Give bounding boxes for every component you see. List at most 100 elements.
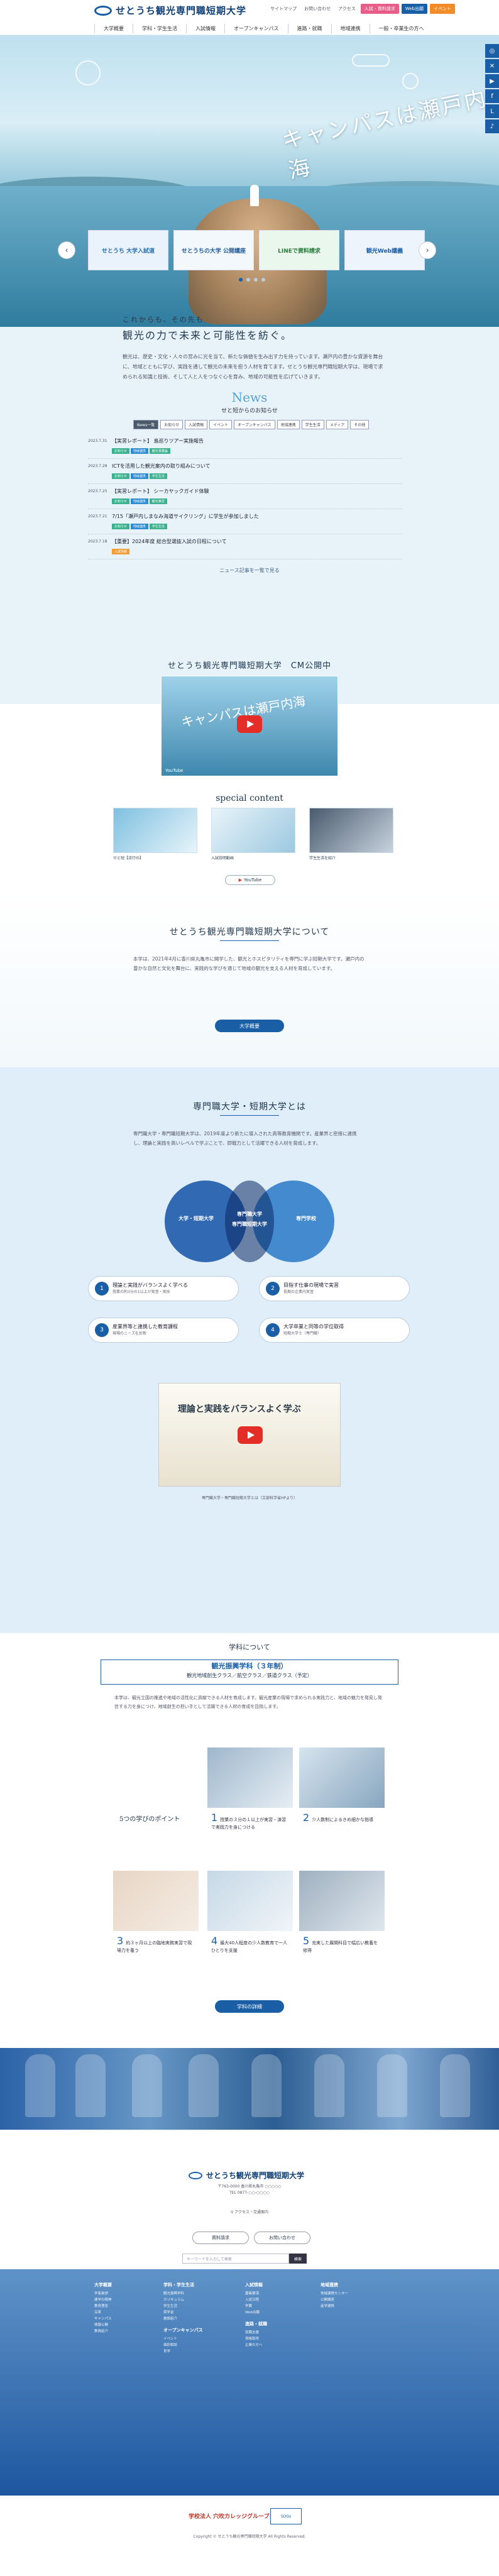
footer-link[interactable]: 沿革: [94, 2309, 163, 2316]
banner-1[interactable]: せとうち 大学入試道: [88, 230, 168, 270]
gnav-career[interactable]: 進路・就職: [287, 24, 331, 33]
cm-video[interactable]: キャンパスは瀬戸内海 YouTube: [161, 676, 338, 776]
news-tab-other[interactable]: その他: [350, 420, 370, 429]
news-item[interactable]: 2023.7.25 【実習レポート】 シーカヤックガイド体験 お知らせ 地域連携観…: [88, 484, 402, 509]
site-logo[interactable]: せとうち観光専門職短期大学: [94, 4, 246, 17]
footer-col-heading[interactable]: オープンキャンパス: [163, 2327, 233, 2333]
twitter-icon[interactable]: ✕: [485, 59, 499, 73]
carousel-next-icon[interactable]: ›: [419, 241, 436, 259]
carousel-dot[interactable]: [254, 278, 258, 282]
footer-link[interactable]: 教育理念: [94, 2303, 163, 2309]
footer-search-input[interactable]: キーワードを入力して検索: [182, 2254, 289, 2264]
youtube-channel-button[interactable]: ▶ YouTube: [225, 875, 275, 885]
sdgs-badge[interactable]: SDGs: [270, 2508, 302, 2524]
footer-link[interactable]: 施設紹介: [163, 2316, 233, 2322]
gnav-admission[interactable]: 入試情報: [186, 24, 224, 33]
special-item[interactable]: 学生生活を紹介: [309, 808, 393, 861]
footer-link[interactable]: Web出願: [245, 2309, 314, 2316]
instagram-icon[interactable]: ◎: [485, 44, 499, 58]
carousel-prev-icon[interactable]: ‹: [58, 241, 75, 259]
gnav-opencampus[interactable]: オープンキャンパス: [224, 24, 288, 33]
carousel-dot[interactable]: [261, 278, 265, 282]
footer-col-heading[interactable]: 学科・学生生活: [163, 2282, 233, 2288]
group-logo[interactable]: 学校法人 穴吹カレッジグループ: [189, 2512, 270, 2520]
department-detail-button[interactable]: 学科の詳細: [215, 2000, 284, 2013]
top-link-contact[interactable]: お問い合わせ: [302, 4, 333, 13]
footer-col-heading[interactable]: 大学概要: [94, 2282, 163, 2288]
senmon-video[interactable]: 理論と実践をバランスよく学ぶ: [158, 1383, 341, 1487]
footer-link[interactable]: 見学: [163, 2348, 233, 2355]
footer-link[interactable]: 学長挨拶: [94, 2291, 163, 2297]
footer-link[interactable]: 企業の方へ: [245, 2342, 314, 2348]
news-tab-all[interactable]: News一覧: [133, 420, 159, 429]
news-title[interactable]: 7/15「瀬戸内しまなみ海道サイクリング」に学生が参加しました: [112, 513, 402, 520]
about-button[interactable]: 大学概要: [215, 1020, 284, 1032]
news-title[interactable]: ICTを活用した観光案内の取り組みについて: [112, 463, 402, 470]
news-tab-info[interactable]: お知らせ: [160, 420, 184, 429]
event-button[interactable]: イベント: [430, 4, 455, 14]
footer-link[interactable]: イベント: [163, 2336, 233, 2342]
news-item[interactable]: 2023.7.28 ICTを活用した観光案内の取り組みについて お知らせ 地域連携…: [88, 459, 402, 484]
banner-3[interactable]: LINEで資料請求: [259, 230, 339, 270]
gnav-dept[interactable]: 学科・学生生活: [133, 24, 186, 33]
footer-search-button[interactable]: 検索: [289, 2254, 307, 2264]
footer-contact-button[interactable]: お問い合わせ: [254, 2232, 310, 2244]
carousel-dot[interactable]: [246, 278, 250, 282]
apply-button[interactable]: 入試・資料請求: [360, 4, 399, 14]
footer-access-link[interactable]: ⚲ アクセス・交通案内: [0, 2209, 499, 2215]
footer-doc-button[interactable]: 資料請求: [192, 2232, 249, 2244]
footer-link[interactable]: 教員紹介: [94, 2328, 163, 2335]
top-link-sitemap[interactable]: サイトマップ: [268, 4, 299, 13]
special-thumb[interactable]: [113, 808, 197, 853]
footer-col-heading[interactable]: 進路・就職: [245, 2321, 314, 2327]
news-item[interactable]: 2023.7.31 【実習レポート】 島巡りツアー実施報告 お知らせ 地域連携 観光…: [88, 434, 402, 459]
special-thumb[interactable]: [309, 808, 393, 853]
news-more-link[interactable]: ニュース記事を一覧で見る: [0, 567, 499, 574]
special-item[interactable]: せと短【流行の】: [113, 808, 197, 861]
banner-2[interactable]: せとうちの大学 公開講座: [173, 230, 254, 270]
line-icon[interactable]: L: [485, 104, 499, 118]
youtube-icon[interactable]: ▶: [485, 74, 499, 88]
news-tab-event[interactable]: イベント: [209, 420, 233, 429]
special-thumb[interactable]: [211, 808, 295, 853]
footer-link[interactable]: 奨学金: [163, 2309, 233, 2316]
footer-link[interactable]: 就職支援: [245, 2330, 314, 2336]
gnav-region[interactable]: 地域連携: [331, 24, 370, 33]
carousel-dot[interactable]: [239, 278, 243, 282]
news-tab-region[interactable]: 地域連携: [277, 420, 300, 429]
web-apply-button[interactable]: Web出願: [401, 4, 427, 14]
footer-link[interactable]: 学費: [245, 2303, 314, 2309]
news-item[interactable]: 2023.7.18 【重要】2024年度 総合型選抜入試の日程について 入試情報: [88, 534, 402, 559]
special-item[interactable]: 入試説明動画: [211, 808, 295, 861]
news-title[interactable]: 【実習レポート】 島巡りツアー実施報告: [112, 438, 402, 444]
play-icon[interactable]: [238, 1426, 263, 1444]
footer-col-heading[interactable]: 地域連携: [321, 2282, 390, 2288]
footer-link[interactable]: 個別相談: [163, 2342, 233, 2348]
footer-col-heading[interactable]: 入試情報: [245, 2282, 314, 2288]
footer-link[interactable]: 情報公開: [94, 2322, 163, 2328]
footer-link[interactable]: 観光振興学科: [163, 2291, 233, 2297]
tiktok-icon[interactable]: ♪: [485, 119, 499, 133]
footer-link[interactable]: 学生生活: [163, 2303, 233, 2309]
gnav-general[interactable]: 一般・卒業生の方へ: [369, 24, 433, 33]
news-item[interactable]: 2023.7.21 7/15「瀬戸内しまなみ海道サイクリング」に学生が参加しまし…: [88, 509, 402, 534]
footer-link[interactable]: 募集要項: [245, 2291, 314, 2297]
news-tab-media[interactable]: メディア: [326, 420, 349, 429]
gnav-about[interactable]: 大学概要: [94, 24, 133, 33]
play-icon[interactable]: [237, 715, 262, 733]
footer-link[interactable]: 建学の精神: [94, 2297, 163, 2303]
news-title[interactable]: 【実習レポート】 シーカヤックガイド体験: [112, 488, 402, 495]
news-tab-admission[interactable]: 入試情報: [185, 420, 208, 429]
footer-link[interactable]: 地域連携センター: [321, 2291, 390, 2297]
footer-link[interactable]: カリキュラム: [163, 2297, 233, 2303]
news-tab-opencampus[interactable]: オープンキャンパス: [234, 420, 275, 429]
news-title[interactable]: 【重要】2024年度 総合型選抜入試の日程について: [112, 538, 402, 545]
banner-4[interactable]: 観光Web講義: [344, 230, 425, 270]
footer-link[interactable]: 入試日程: [245, 2297, 314, 2303]
facebook-icon[interactable]: f: [485, 89, 499, 103]
footer-link[interactable]: 産学連携: [321, 2303, 390, 2309]
footer-link[interactable]: キャンパス: [94, 2316, 163, 2322]
top-link-access[interactable]: アクセス: [336, 4, 358, 13]
news-tab-student[interactable]: 学生生活: [301, 420, 324, 429]
footer-link[interactable]: 資格取得: [245, 2336, 314, 2342]
